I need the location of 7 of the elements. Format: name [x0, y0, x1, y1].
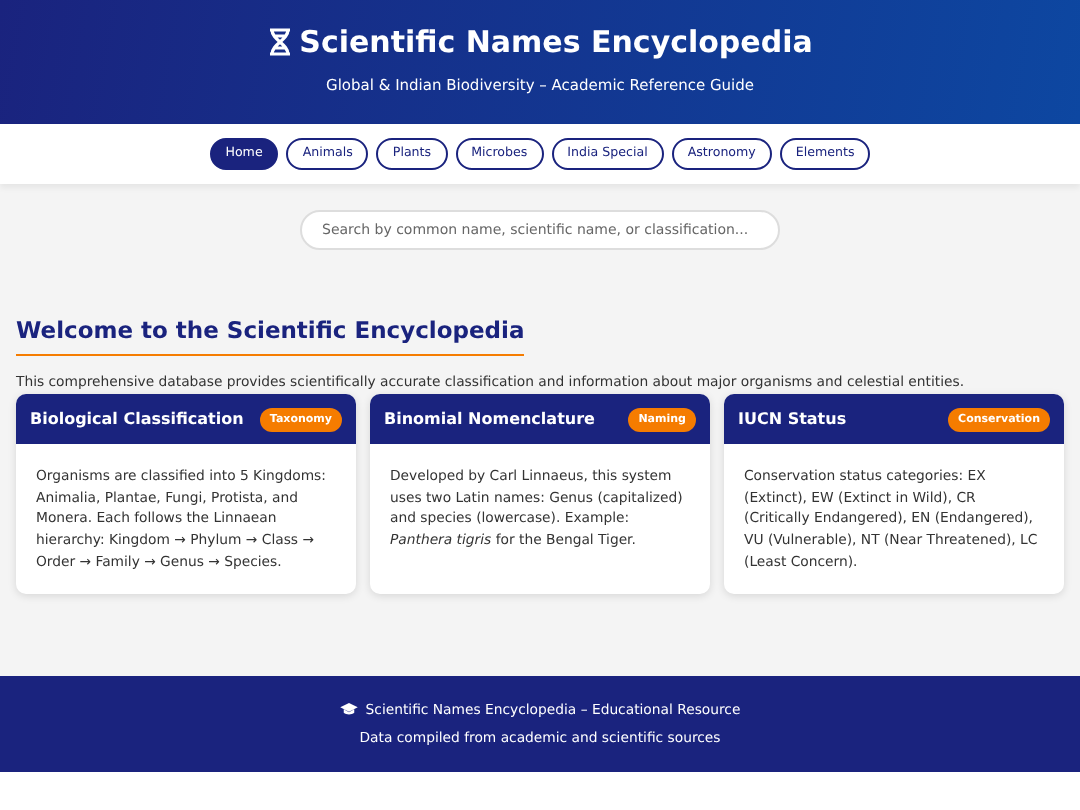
card-title: Binomial Nomenclature: [384, 407, 595, 432]
graduation-cap-icon: [339, 702, 358, 717]
site-title: Scientific Names Encyclopedia: [299, 27, 813, 58]
card-title: Biological Classification: [30, 407, 244, 432]
welcome-heading: Welcome to the Scientific Encyclopedia: [16, 318, 525, 356]
card-title: IUCN Status: [738, 407, 847, 432]
dna-icon: [267, 28, 292, 57]
